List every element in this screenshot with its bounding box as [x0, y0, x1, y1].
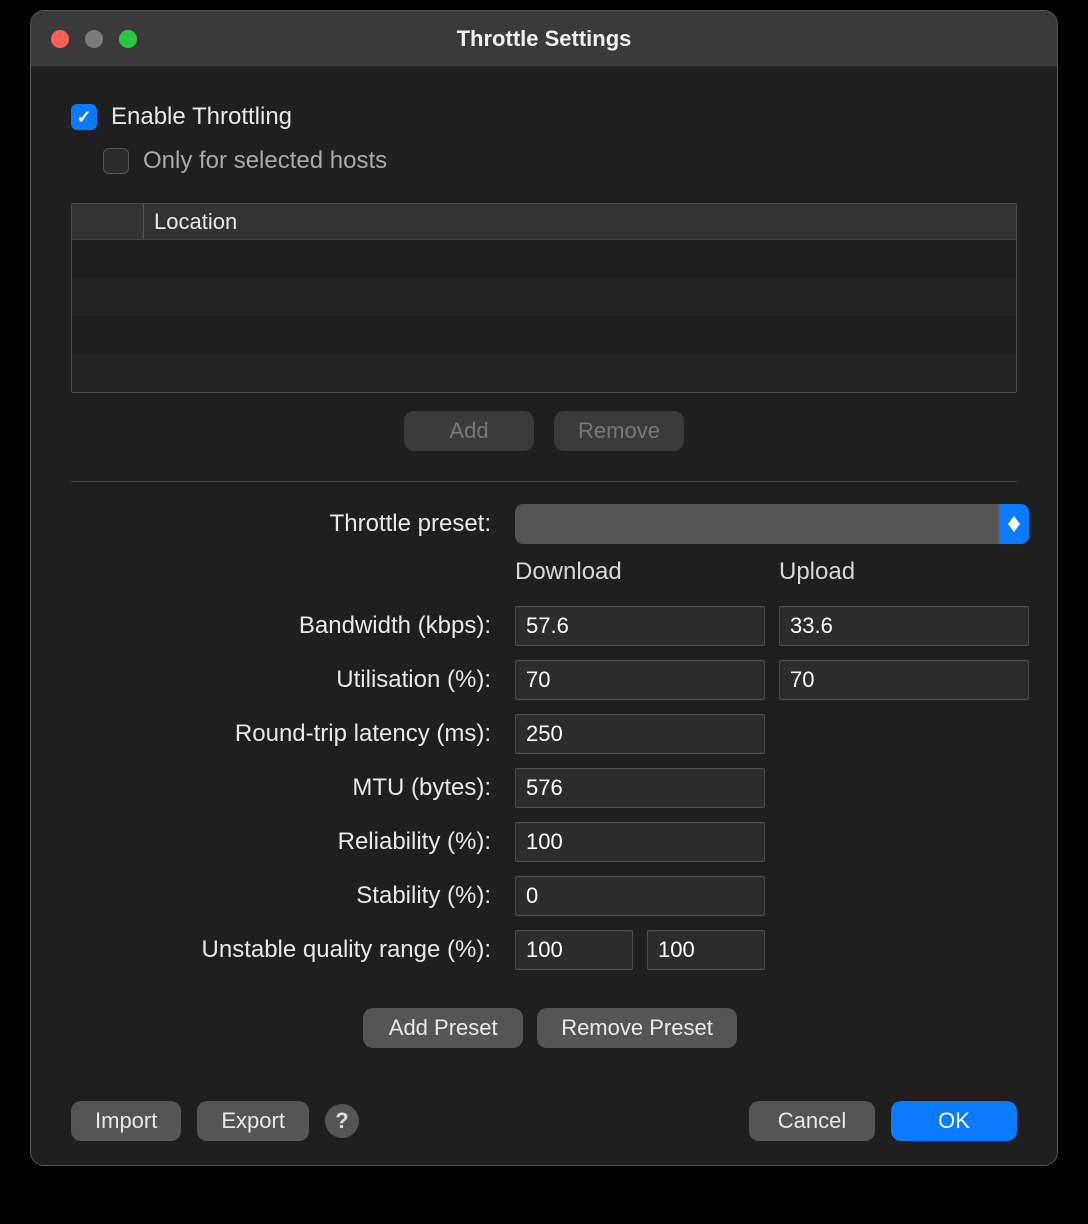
bandwidth-upload-input[interactable] [779, 606, 1029, 646]
minimize-icon[interactable] [85, 30, 103, 48]
titlebar: Throttle Settings [31, 11, 1057, 67]
reliability-input[interactable] [515, 822, 765, 862]
stability-input[interactable] [515, 876, 765, 916]
remove-host-button[interactable]: Remove [554, 411, 684, 451]
download-column-header: Download [515, 558, 765, 592]
hosts-row-empty [72, 316, 1016, 354]
only-hosts-checkbox[interactable] [103, 148, 129, 174]
hosts-header-spacer [72, 204, 144, 239]
only-hosts-label: Only for selected hosts [143, 147, 387, 175]
help-button[interactable]: ? [325, 1104, 359, 1138]
bandwidth-download-input[interactable] [515, 606, 765, 646]
uqr-high-input[interactable] [647, 930, 765, 970]
remove-preset-button[interactable]: Remove Preset [537, 1008, 737, 1048]
utilisation-upload-input[interactable] [779, 660, 1029, 700]
mtu-input[interactable] [515, 768, 765, 808]
hosts-buttons: Add Remove [71, 411, 1017, 451]
hosts-rows [72, 240, 1016, 392]
utilisation-label: Utilisation (%): [71, 666, 501, 694]
unstable-quality-range-label: Unstable quality range (%): [71, 936, 501, 964]
add-host-button[interactable]: Add [404, 411, 534, 451]
latency-label: Round-trip latency (ms): [71, 720, 501, 748]
utilisation-download-input[interactable] [515, 660, 765, 700]
preset-label: Throttle preset: [71, 510, 501, 538]
throttle-form: Throttle preset: Download Upload Bandwid… [71, 504, 1017, 1048]
upload-column-header: Upload [779, 558, 1029, 592]
reliability-label: Reliability (%): [71, 828, 501, 856]
enable-throttling-checkbox[interactable]: ✓ [71, 104, 97, 130]
window-title: Throttle Settings [31, 26, 1057, 52]
stepper-icon [999, 504, 1029, 544]
hosts-row-empty [72, 278, 1016, 316]
import-button[interactable]: Import [71, 1101, 181, 1141]
hosts-row-empty [72, 354, 1016, 392]
hosts-header-location: Location [144, 204, 1016, 239]
mtu-label: MTU (bytes): [71, 774, 501, 802]
bandwidth-label: Bandwidth (kbps): [71, 612, 501, 640]
content: ✓ Enable Throttling Only for selected ho… [31, 67, 1057, 1165]
export-button[interactable]: Export [197, 1101, 309, 1141]
cancel-button[interactable]: Cancel [749, 1101, 875, 1141]
zoom-icon[interactable] [119, 30, 137, 48]
throttle-preset-select[interactable] [515, 504, 1029, 544]
enable-throttling-label: Enable Throttling [111, 103, 292, 131]
close-icon[interactable] [51, 30, 69, 48]
window: Throttle Settings ✓ Enable Throttling On… [30, 10, 1058, 1166]
hosts-table: Location [71, 203, 1017, 393]
stability-label: Stability (%): [71, 882, 501, 910]
ok-button[interactable]: OK [891, 1101, 1017, 1141]
hosts-row-empty [72, 240, 1016, 278]
add-preset-button[interactable]: Add Preset [363, 1008, 523, 1048]
enable-throttling-row: ✓ Enable Throttling [71, 103, 1017, 131]
uqr-low-input[interactable] [515, 930, 633, 970]
footer: Import Export ? Cancel OK [71, 1073, 1017, 1141]
traffic-lights [51, 30, 137, 48]
hosts-header: Location [72, 204, 1016, 240]
checkmark-icon: ✓ [76, 107, 91, 128]
only-hosts-row: Only for selected hosts [103, 147, 1017, 175]
divider [71, 481, 1017, 482]
latency-input[interactable] [515, 714, 765, 754]
